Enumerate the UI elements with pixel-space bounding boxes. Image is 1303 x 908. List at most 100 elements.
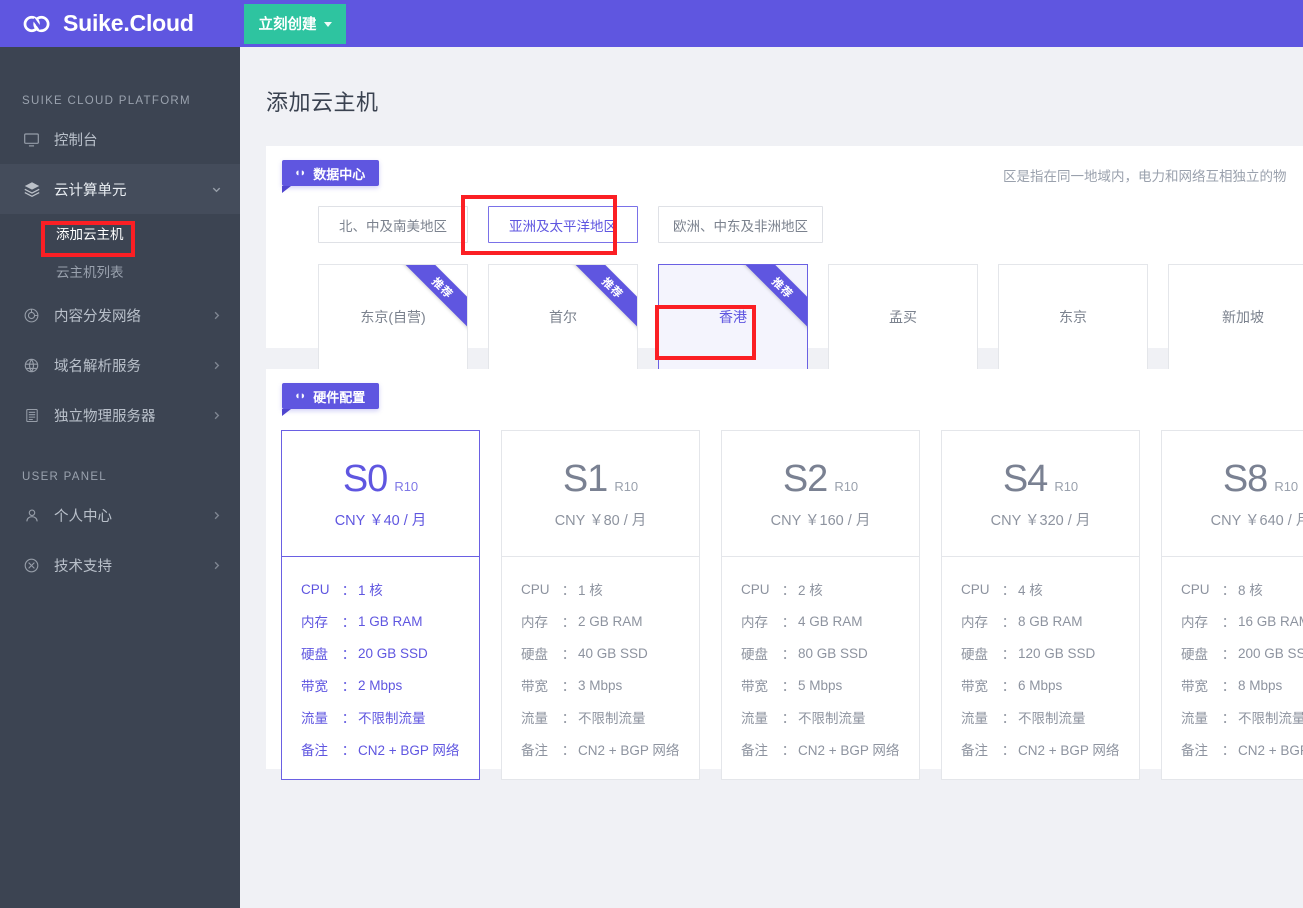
plan-revision: R10 — [1274, 478, 1299, 494]
plan-header: S1 R10 CNY ￥80 / 月 — [502, 431, 699, 557]
create-button-label: 立刻创建 — [258, 17, 317, 33]
plan-title: S2 R10 — [783, 458, 858, 501]
spec-value: 2 Mbps — [358, 677, 403, 693]
sidebar-item-dedicated-server[interactable]: 独立物理服务器 — [0, 390, 240, 440]
section-label-text: 硬件配置 — [313, 389, 366, 405]
spec-key: 内存 — [301, 615, 328, 630]
spec-note: 备注 ： CN2 + BGP 网络 — [942, 733, 1139, 765]
spec-colon: ： — [561, 583, 576, 598]
spec-value: CN2 + BGP 网络 — [578, 743, 680, 758]
spec-value: 3 Mbps — [578, 677, 623, 693]
location-name: 东京 — [1059, 309, 1087, 325]
plan-specs: CPU ： 2 核 内存 ： 4 GB RAM 硬盘 ： 80 GB SSD 带… — [722, 557, 919, 779]
region-tab-apac[interactable]: 亚洲及太平洋地区 — [488, 206, 638, 243]
sidebar-item-label: 控制台 — [54, 132, 98, 149]
sidebar-subitem-add-host[interactable]: 添加云主机 — [0, 214, 240, 252]
spec-key: 硬盘 — [1181, 647, 1208, 662]
region-tab-emea[interactable]: 欧洲、中东及非洲地区 — [658, 206, 823, 243]
chevron-down-icon — [323, 22, 332, 27]
plan-revision: R10 — [1054, 478, 1079, 494]
spec-key: 备注 — [301, 743, 328, 758]
spec-key: 内存 — [1181, 615, 1208, 630]
spec-key: 备注 — [1181, 743, 1208, 758]
sidebar-item-console[interactable]: 控制台 — [0, 114, 240, 164]
spec-traffic: 流量 ： 不限制流量 — [502, 701, 699, 733]
plan-title: S8 R10 — [1223, 458, 1298, 501]
spec-value: 不限制流量 — [1238, 711, 1303, 726]
spec-key: CPU — [961, 581, 990, 597]
plan-name: S1 — [562, 457, 608, 500]
plan-card-s0[interactable]: S0 R10 CNY ￥40 / 月 CPU ： 1 核 内存 ： 1 GB R… — [281, 430, 480, 780]
spec-cpu: CPU ： 2 核 — [722, 573, 919, 605]
spec-key: 带宽 — [521, 679, 548, 694]
sidebar-item-dns[interactable]: 域名解析服务 — [0, 340, 240, 390]
plan-specs: CPU ： 1 核 内存 ： 2 GB RAM 硬盘 ： 40 GB SSD 带… — [502, 557, 699, 779]
spec-colon: ： — [341, 647, 356, 662]
spec-note: 备注 ： CN2 + BGP 网络 — [502, 733, 699, 765]
plan-price: CNY ￥80 / 月 — [554, 512, 647, 529]
spec-value: 不限制流量 — [1018, 711, 1086, 726]
plan-card-s2[interactable]: S2 R10 CNY ￥160 / 月 CPU ： 2 核 内存 ： 4 GB … — [721, 430, 920, 780]
chevron-right-icon — [214, 361, 220, 369]
application-root: Suike.Cloud 立刻创建 SUIKE CLOUD PLATFORM 控制… — [0, 0, 1303, 908]
plan-price: CNY ￥320 / 月 — [990, 512, 1091, 529]
create-button[interactable]: 立刻创建 — [244, 3, 346, 44]
plan-card-s4[interactable]: S4 R10 CNY ￥320 / 月 CPU ： 4 核 内存 ： 8 GB … — [941, 430, 1140, 780]
sidebar: SUIKE CLOUD PLATFORM 控制台 云计算单元 添加云主机 云主机… — [0, 47, 240, 908]
sidebar-item-label: 个人中心 — [54, 508, 112, 525]
spec-colon: ： — [1221, 647, 1236, 662]
spec-key: 内存 — [961, 615, 988, 630]
spec-key: 流量 — [301, 711, 328, 726]
spec-cpu: CPU ： 1 核 — [282, 573, 479, 605]
main-content: 添加云主机 ◖◗ 数据中心 区是指在同一地域内，电力和网络互相独立的物 北、中及… — [240, 47, 1303, 908]
sidebar-item-cdn[interactable]: 内容分发网络 — [0, 290, 240, 340]
spec-value: CN2 + BGP 网络 — [1238, 743, 1303, 758]
sidebar-item-support[interactable]: 技术支持 — [0, 540, 240, 590]
plan-card-s8[interactable]: S8 R10 CNY ￥640 / 月 CPU ： 8 核 内存 ： 16 GB… — [1161, 430, 1303, 780]
plan-price: CNY ￥40 / 月 — [334, 512, 427, 529]
sidebar-item-profile[interactable]: 个人中心 — [0, 490, 240, 540]
spec-bandwidth: 带宽 ： 3 Mbps — [502, 669, 699, 701]
spec-colon: ： — [341, 743, 356, 758]
spec-key: 备注 — [521, 743, 548, 758]
spec-note: 备注 ： CN2 + BGP 网络 — [282, 733, 479, 765]
spec-traffic: 流量 ： 不限制流量 — [1162, 701, 1303, 733]
sidebar-group-title-platform: SUIKE CLOUD PLATFORM — [22, 95, 191, 107]
spec-colon: ： — [1221, 743, 1236, 758]
spec-memory: 内存 ： 1 GB RAM — [282, 605, 479, 637]
spec-colon: ： — [1001, 647, 1016, 662]
region-tab-americas[interactable]: 北、中及南美地区 — [318, 206, 468, 243]
spec-colon: ： — [781, 711, 796, 726]
spec-value: CN2 + BGP 网络 — [798, 743, 900, 758]
spec-value: 不限制流量 — [578, 711, 646, 726]
spec-key: 带宽 — [301, 679, 328, 694]
plan-revision: R10 — [834, 478, 859, 494]
spec-key: CPU — [1181, 581, 1210, 597]
spec-value: 8 Mbps — [1238, 677, 1283, 693]
spec-key: 硬盘 — [741, 647, 768, 662]
region-tab-label: 北、中及南美地区 — [339, 218, 447, 234]
plan-name: S8 — [1222, 457, 1268, 500]
spec-colon: ： — [561, 679, 576, 694]
sidebar-subitem-host-list[interactable]: 云主机列表 — [0, 252, 240, 290]
region-tab-label: 亚洲及太平洋地区 — [509, 218, 617, 234]
spec-key: 带宽 — [961, 679, 988, 694]
spec-disk: 硬盘 ： 20 GB SSD — [282, 637, 479, 669]
spec-key: CPU — [521, 581, 550, 597]
infinity-logo-icon — [23, 15, 50, 32]
sidebar-item-label: 独立物理服务器 — [54, 408, 156, 425]
sidebar-item-cloud-compute[interactable]: 云计算单元 — [0, 164, 240, 214]
plan-card-row: S0 R10 CNY ￥40 / 月 CPU ： 1 核 内存 ： 1 GB R… — [281, 430, 1303, 780]
page-title: 添加云主机 — [266, 90, 379, 115]
spec-memory: 内存 ： 8 GB RAM — [942, 605, 1139, 637]
wave-icon: ◖◗ — [294, 167, 306, 179]
spec-value: 16 GB RAM — [1238, 613, 1303, 629]
plan-card-s1[interactable]: S1 R10 CNY ￥80 / 月 CPU ： 1 核 内存 ： 2 GB R… — [501, 430, 700, 780]
chevron-right-icon — [214, 411, 220, 419]
spec-value: CN2 + BGP 网络 — [358, 743, 460, 758]
spec-bandwidth: 带宽 ： 8 Mbps — [1162, 669, 1303, 701]
brand[interactable]: Suike.Cloud — [0, 0, 240, 47]
chevron-right-icon — [214, 561, 220, 569]
sidebar-item-label: 技术支持 — [54, 558, 112, 575]
plan-revision: R10 — [614, 478, 639, 494]
